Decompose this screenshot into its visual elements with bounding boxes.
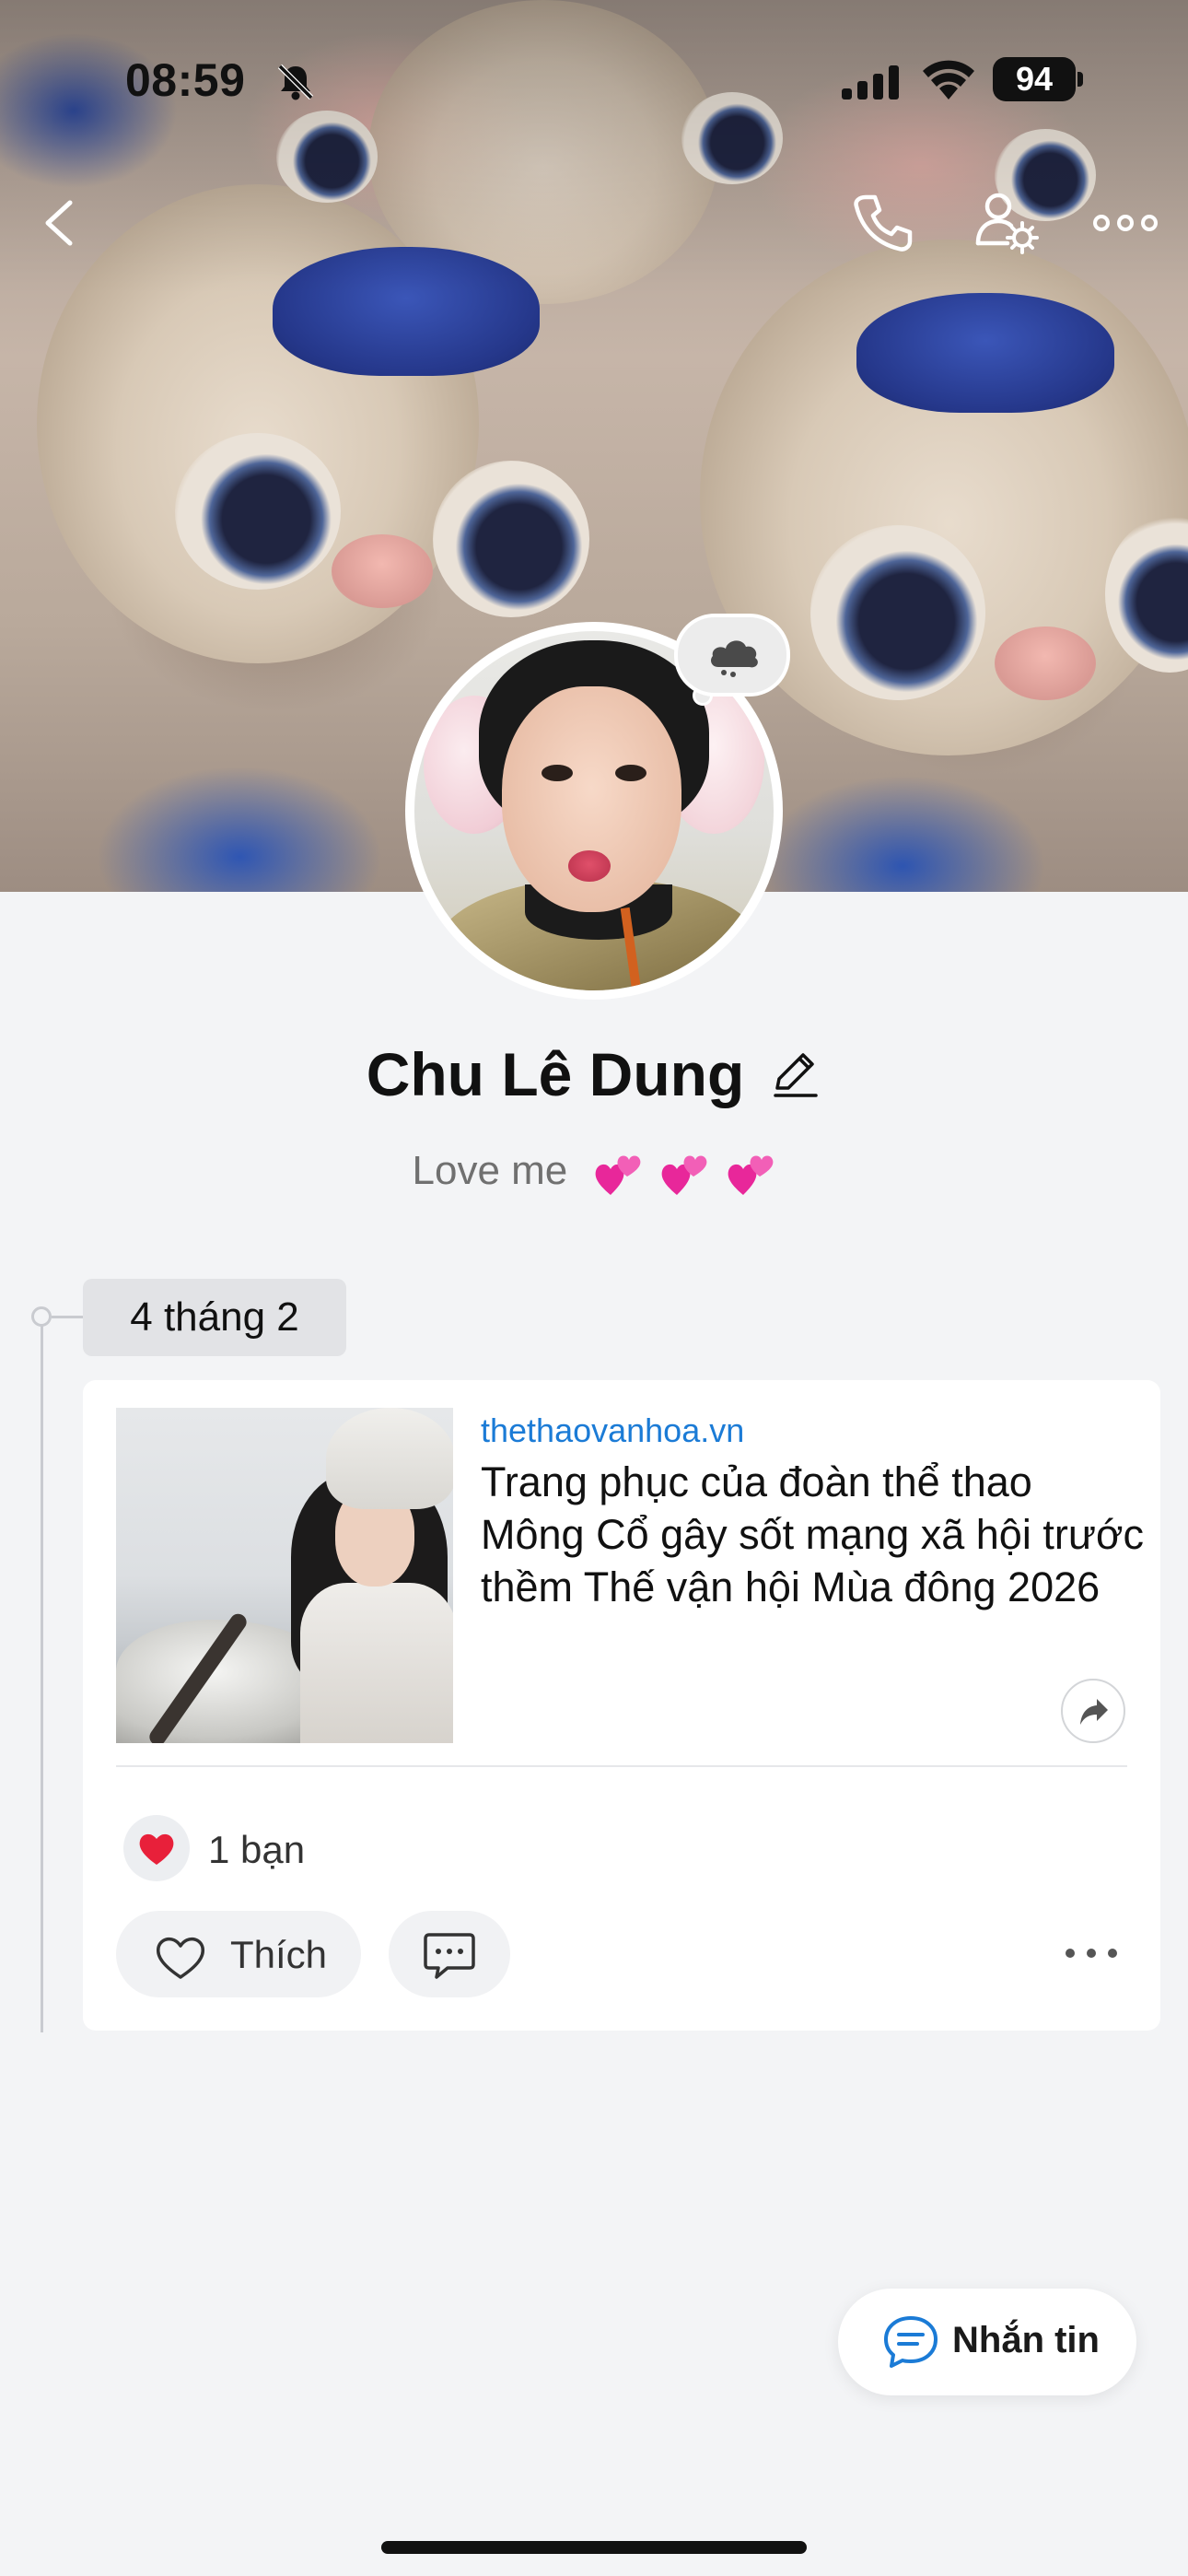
comment-button[interactable] <box>389 1911 510 1997</box>
avatar-eye <box>542 765 573 781</box>
phone-icon[interactable] <box>845 186 919 260</box>
post-card: thethaovanhoa.vn Trang phục của đoàn thể… <box>83 1380 1160 2031</box>
timeline-date: 4 tháng 2 <box>83 1279 346 1356</box>
heart-icon <box>139 1833 174 1865</box>
battery-indicator: 94 <box>993 57 1076 101</box>
share-button[interactable] <box>1061 1679 1125 1743</box>
link-thumbnail[interactable] <box>116 1408 453 1743</box>
wifi-icon <box>923 60 974 100</box>
cover-eye <box>810 525 985 700</box>
reaction-badge[interactable] <box>123 1815 190 1881</box>
battery-cap <box>1077 72 1083 87</box>
link-domain[interactable]: thethaovanhoa.vn <box>481 1411 744 1450</box>
like-label: Thích <box>230 1933 328 1976</box>
thumb-hat <box>326 1408 453 1509</box>
comment-icon <box>424 1933 475 1979</box>
cover-eye <box>433 461 589 617</box>
thumb-scarf <box>300 1583 453 1743</box>
chat-bubble-icon <box>884 2316 938 2368</box>
share-arrow-icon <box>1080 1699 1108 1725</box>
home-indicator[interactable] <box>381 2541 807 2554</box>
card-divider <box>116 1765 1127 1767</box>
avatar-lips <box>568 850 611 882</box>
profile-status: Love me <box>412 1148 568 1193</box>
avatar-eye <box>615 765 646 781</box>
chevron-left-icon[interactable] <box>26 186 99 260</box>
status-time: 08:59 <box>125 54 246 106</box>
reaction-summary[interactable]: 1 bạn <box>208 1828 305 1872</box>
message-button-label: Nhắn tin <box>952 2320 1100 2360</box>
ellipsis-icon[interactable] <box>1089 186 1162 260</box>
user-gear-icon[interactable] <box>969 184 1042 258</box>
profile-status-row: Love me <box>0 1148 1188 1197</box>
timeline-line <box>41 1317 43 2032</box>
link-title[interactable]: Trang phục của đoàn thể thao Mông Cổ gây… <box>481 1456 1144 1613</box>
heart-emoji <box>661 1155 706 1196</box>
status-emojis <box>592 1149 776 1197</box>
bell-off-icon <box>277 64 314 100</box>
cover-hat-right <box>856 293 1114 413</box>
cover-eye <box>175 433 341 590</box>
cloud-icon <box>711 640 758 677</box>
heart-outline-icon <box>156 1937 205 1979</box>
mood-bubble[interactable] <box>674 614 790 697</box>
post-more-icon[interactable] <box>1059 1935 1124 1972</box>
timeline-connector <box>52 1316 83 1318</box>
cover-nose <box>995 626 1096 700</box>
timeline-dot <box>31 1306 52 1327</box>
pencil-icon[interactable] <box>768 1048 821 1101</box>
profile-name: Chu Lê Dung <box>366 1040 745 1108</box>
signal-icon <box>842 65 899 100</box>
cover-nose <box>332 534 433 608</box>
message-button[interactable]: Nhắn tin <box>838 2289 1136 2395</box>
like-button[interactable]: Thích <box>116 1911 361 1997</box>
heart-emoji <box>728 1155 773 1196</box>
profile-name-row: Chu Lê Dung <box>0 1039 1188 1109</box>
heart-emoji <box>595 1155 640 1196</box>
